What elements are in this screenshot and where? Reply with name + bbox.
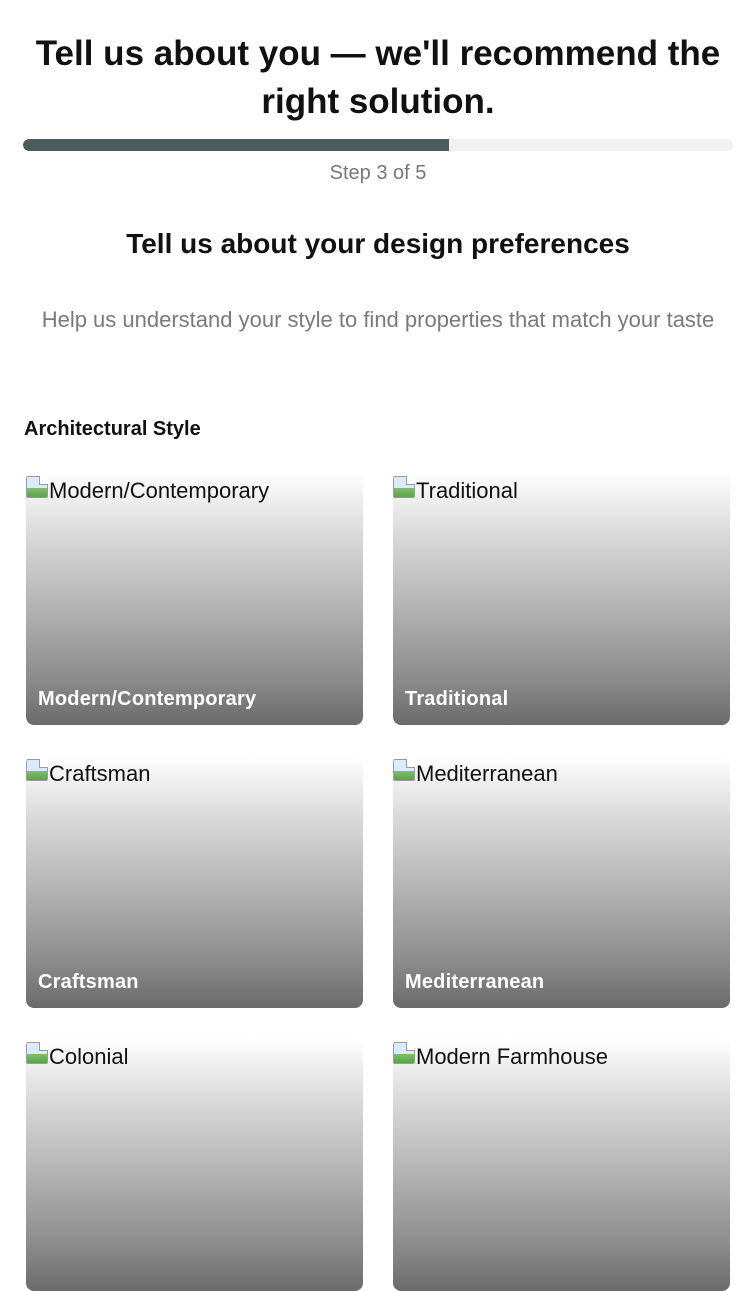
progress-bar-fill [23, 139, 449, 151]
style-option-modern-contemporary[interactable]: Modern/Contemporary Modern/Contemporary [26, 472, 363, 725]
architectural-style-label: Architectural Style [24, 418, 201, 440]
step-indicator: Step 3 of 5 [329, 162, 427, 184]
style-option-caption: Traditional [405, 688, 509, 710]
section-subtitle: Help us understand your style to find pr… [41, 307, 715, 332]
broken-image-icon [393, 476, 415, 498]
style-option-caption: Mediterranean [405, 971, 545, 993]
style-option-caption: Modern/Contemporary [38, 688, 257, 710]
style-option-colonial[interactable]: Colonial [26, 1038, 363, 1291]
image-alt-text: Colonial [49, 1044, 129, 1069]
broken-image-icon [26, 759, 48, 781]
style-option-craftsman[interactable]: Craftsman Craftsman [26, 755, 363, 1008]
progress-bar [23, 139, 733, 151]
broken-image-icon [26, 1042, 48, 1064]
broken-image-icon [393, 1042, 415, 1064]
broken-image-icon [393, 759, 415, 781]
style-option-image: Colonial [26, 1038, 129, 1076]
style-option-modern-farmhouse[interactable]: Modern Farmhouse [393, 1038, 730, 1291]
style-option-caption: Craftsman [38, 971, 139, 993]
image-alt-text: Traditional [416, 478, 518, 503]
style-option-image: Modern/Contemporary [26, 472, 269, 510]
style-option-image: Mediterranean [393, 755, 558, 793]
style-option-image: Craftsman [26, 755, 150, 793]
style-option-mediterranean[interactable]: Mediterranean Mediterranean [393, 755, 730, 1008]
style-option-image: Traditional [393, 472, 518, 510]
image-alt-text: Modern Farmhouse [416, 1044, 608, 1069]
style-option-traditional[interactable]: Traditional Traditional [393, 472, 730, 725]
broken-image-icon [26, 476, 48, 498]
image-alt-text: Craftsman [49, 761, 151, 786]
page-title: Tell us about you — we'll recommend the … [35, 34, 721, 121]
section-title: Tell us about your design preferences [126, 228, 630, 259]
style-option-image: Modern Farmhouse [393, 1038, 608, 1076]
image-alt-text: Modern/Contemporary [49, 478, 270, 503]
image-alt-text: Mediterranean [416, 761, 558, 786]
